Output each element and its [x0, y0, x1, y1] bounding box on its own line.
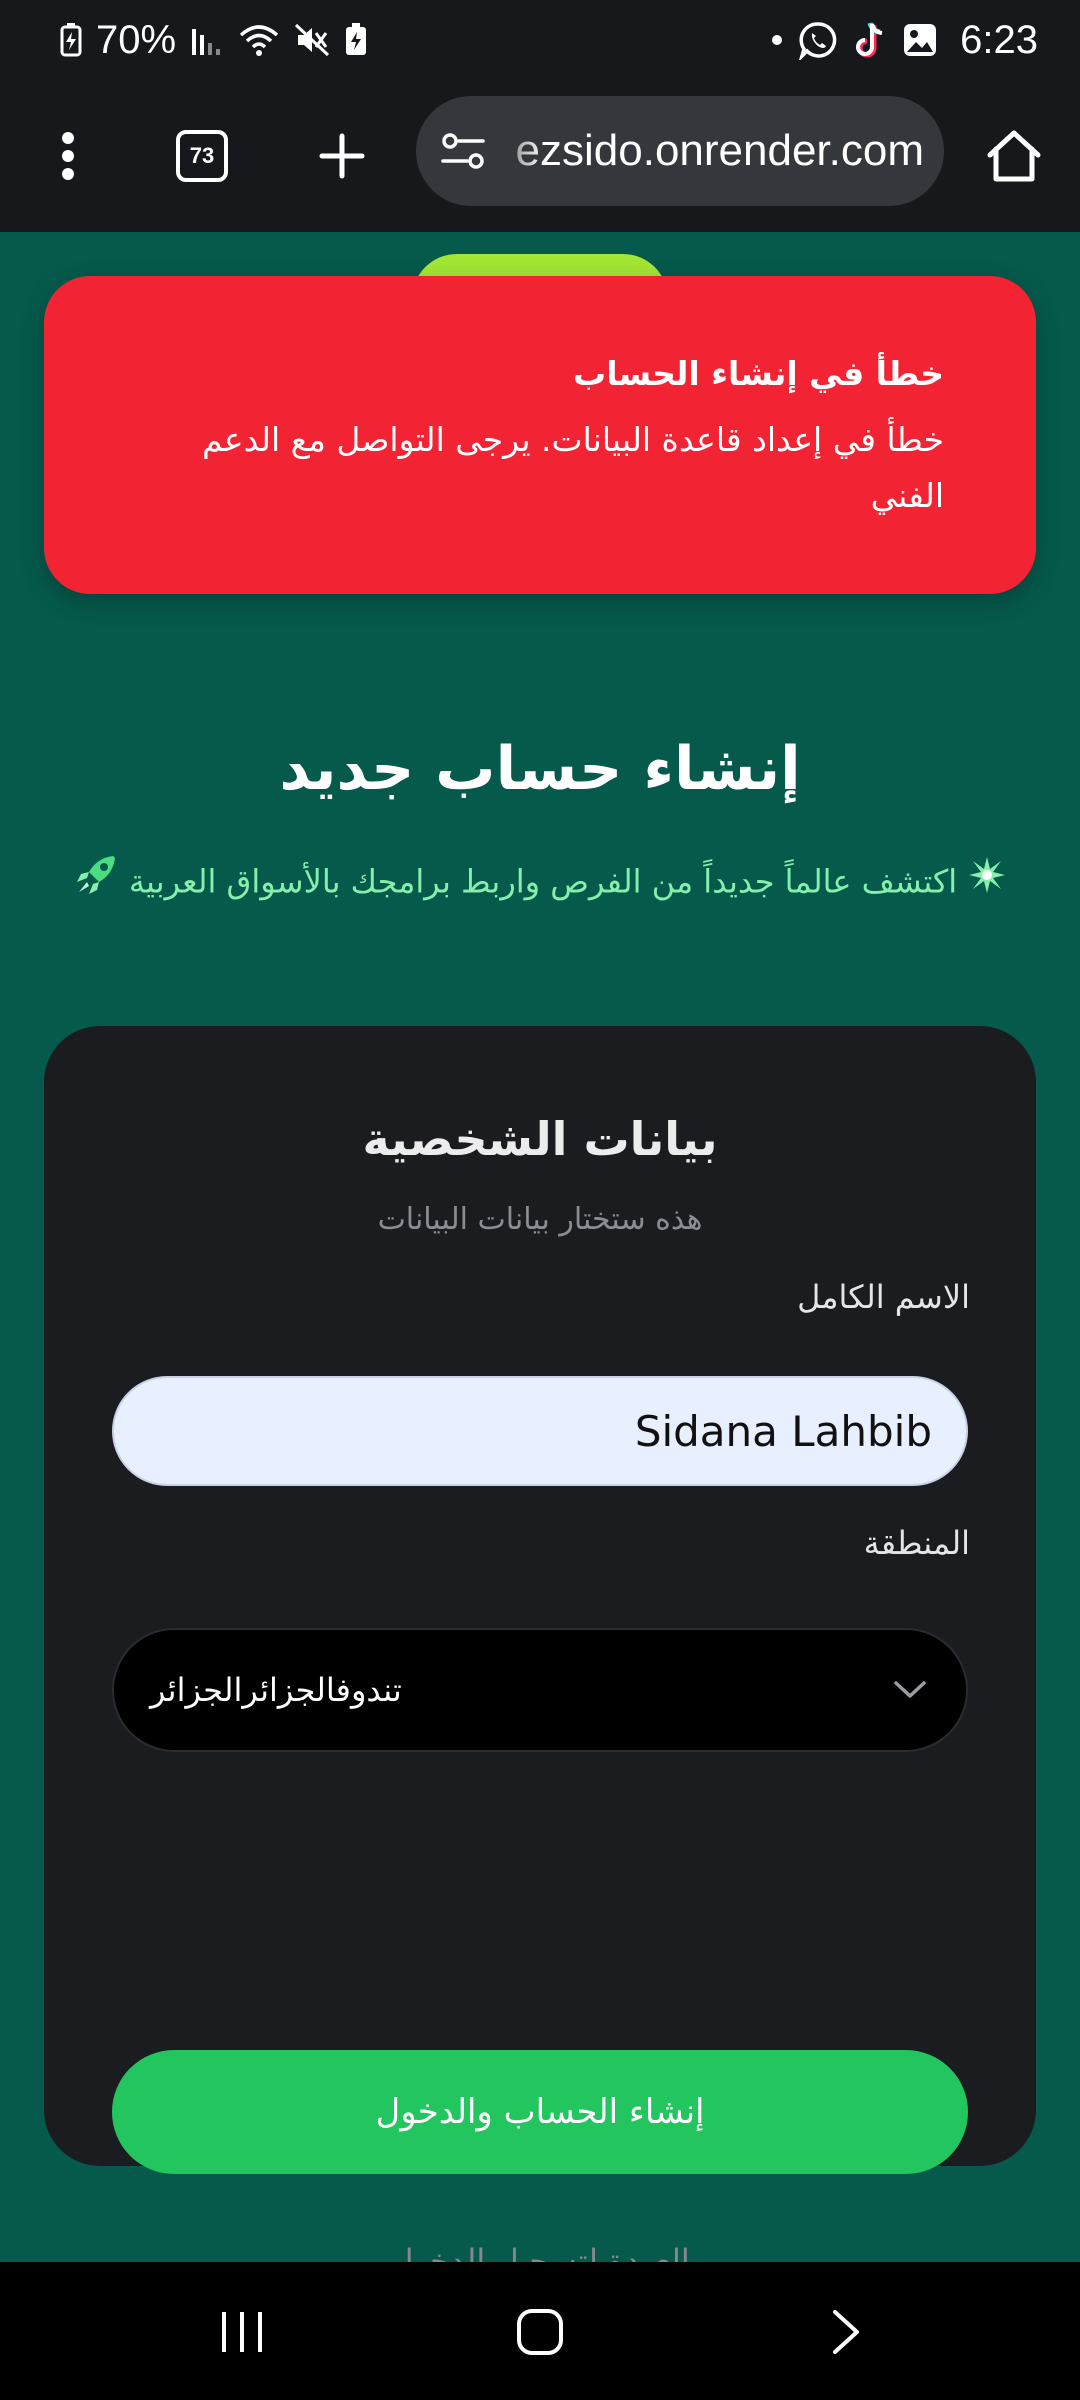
whatsapp-icon	[798, 20, 838, 60]
recent-apps-icon[interactable]	[202, 2292, 282, 2372]
subtitle-text: اكتشف عالماً جديداً من الفرص واربط برامج…	[128, 862, 958, 901]
system-nav-bar	[0, 2262, 1080, 2400]
url-text: ezsido.onrender.com	[515, 126, 924, 175]
back-to-login-link[interactable]: العودة لتسجيل الدخول	[44, 2242, 1036, 2262]
personal-info-card: بيانات الشخصية هذه ستختار بيانات البيانا…	[44, 1026, 1036, 2262]
error-message: خطأ في إعداد قاعدة البيانات. يرجى التواص…	[201, 420, 944, 515]
error-toast[interactable]: خطأ في إنشاء الحساب خطأ في إعداد قاعدة ا…	[44, 276, 1036, 594]
dot-icon	[770, 33, 784, 47]
mute-vibrate-icon	[294, 23, 330, 57]
battery-saver-icon	[344, 23, 368, 57]
clock: 6:23	[960, 17, 1038, 62]
full-name-input[interactable]	[112, 1376, 968, 1486]
status-left: 70%	[60, 14, 368, 66]
menu-dots-icon[interactable]	[40, 126, 96, 186]
rocket-icon	[73, 852, 119, 915]
battery-percent: 70%	[96, 17, 177, 62]
page-subtitle: اكتشف عالماً جديداً من الفرص واربط برامج…	[44, 852, 1036, 915]
chevron-down-icon	[890, 1670, 930, 1710]
region-select[interactable]: تندوفالجزائرالجزائر	[112, 1628, 968, 1752]
browser-toolbar: 73 ezsido.onrender.com	[0, 80, 1080, 232]
card-title: بيانات الشخصية	[362, 1112, 718, 1166]
home-icon[interactable]	[980, 122, 1048, 190]
status-bar: 70% 6:23	[0, 0, 1080, 80]
signal-icon	[190, 23, 224, 57]
page-title: إنشاء حساب جديد	[279, 734, 801, 804]
url-fade	[484, 96, 544, 206]
region-label: المنطقة	[863, 1524, 970, 1562]
full-name-label: الاسم الكامل	[797, 1278, 970, 1316]
tiktok-icon	[852, 20, 888, 60]
battery-charging-icon	[60, 23, 82, 57]
sparkle-icon	[967, 855, 1007, 912]
back-icon[interactable]	[806, 2292, 886, 2372]
tab-switcher-button[interactable]: 73	[176, 130, 228, 182]
address-bar[interactable]: ezsido.onrender.com	[416, 96, 944, 206]
new-tab-icon[interactable]	[312, 126, 372, 186]
region-selected-value: تندوفالجزائرالجزائر	[150, 1671, 402, 1709]
error-title: خطأ في إنشاء الحساب	[573, 354, 944, 393]
site-settings-icon[interactable]	[436, 124, 490, 178]
card-subtitle: هذه ستختار بيانات البيانات	[377, 1202, 703, 1237]
wifi-icon	[238, 23, 280, 57]
status-right: 6:23	[770, 14, 1038, 66]
create-account-button[interactable]: إنشاء الحساب والدخول	[112, 2050, 968, 2174]
page-content: خطأ في إنشاء الحساب خطأ في إعداد قاعدة ا…	[0, 232, 1080, 2262]
home-button-icon[interactable]	[500, 2292, 580, 2372]
gallery-icon	[902, 22, 938, 58]
